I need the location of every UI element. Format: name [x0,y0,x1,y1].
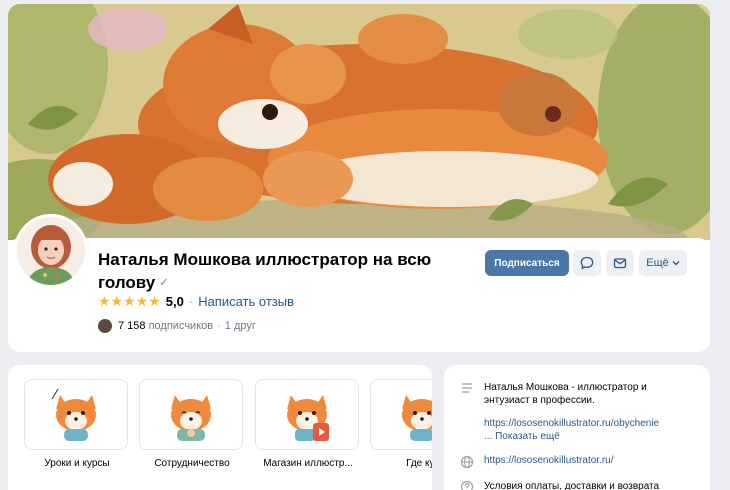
products-card: Уроки и курсы Сотрудничество Магазин илл… [8,365,432,490]
product-item[interactable]: Магазин иллюстр... [255,379,361,469]
message-button[interactable] [573,250,601,276]
chat-bubble-icon [580,256,594,270]
info-card: Наталья Мошкова - иллюстратор и энтузиас… [444,365,710,490]
product-label[interactable]: Сотрудничество [139,458,245,469]
fox-handshake-icon [171,394,211,441]
write-review-link[interactable]: Написать отзыв [198,294,294,309]
rating-row: ★★★★★ 5,0 · Написать отзыв [98,292,294,310]
product-thumbnail[interactable] [255,379,359,450]
product-label[interactable]: Магазин иллюстр... [255,458,361,469]
product-item[interactable]: Сотрудничество [139,379,245,469]
help-icon [460,480,474,490]
cover-image[interactable] [8,4,710,240]
more-button[interactable]: Ещё [639,250,687,276]
product-item[interactable]: Уроки и курсы [24,379,130,469]
fox-cart-icon [402,394,432,441]
product-label[interactable]: Уроки и курсы [24,458,130,469]
product-thumbnail[interactable] [24,379,128,450]
fox-shop-icon [287,394,329,441]
globe-icon [460,455,474,469]
subscribers-row: 7 158 подписчиков · 1 друг [98,318,256,334]
rating-separator: · [188,293,194,309]
subscribers-count[interactable]: 7 158 [118,320,146,332]
product-thumbnail[interactable] [370,379,432,450]
show-more-link[interactable]: ... Показать ещё [484,431,560,442]
fox-teacher-icon [51,388,96,441]
subscribers-label[interactable]: подписчиков [149,320,214,332]
subscribe-button[interactable]: Подписаться [485,250,569,276]
friends-count[interactable]: 1 друг [225,320,256,332]
page-title: Наталья Мошкова иллюстратор на всю голов… [98,248,458,295]
rating-stars-icon: ★★★★★ [98,292,161,309]
mail-button[interactable] [606,250,634,276]
avatar[interactable] [14,214,88,288]
product-thumbnail[interactable] [139,379,243,450]
product-item[interactable]: Где куп [370,379,432,469]
description-icon [462,383,472,393]
subscribers-separator: · [217,320,221,332]
rating-value: 5,0 [165,293,184,309]
description-text: Наталья Мошкова - иллюстратор и энтузиас… [484,382,647,406]
website-link[interactable]: https://lososenokillustrator.ru/ [484,455,614,466]
envelope-icon [613,258,627,269]
description-link[interactable]: https://lososenokillustrator.ru/obycheni… [484,418,659,429]
chevron-down-icon [672,261,680,266]
payment-terms-link[interactable]: Условия оплаты, доставки и возврата [484,481,659,490]
page-title-text: Наталья Мошкова иллюстратор на всю голов… [98,250,432,292]
friend-avatar[interactable] [98,319,112,333]
product-label[interactable]: Где куп [370,458,432,469]
more-button-label: Ещё [646,257,669,269]
